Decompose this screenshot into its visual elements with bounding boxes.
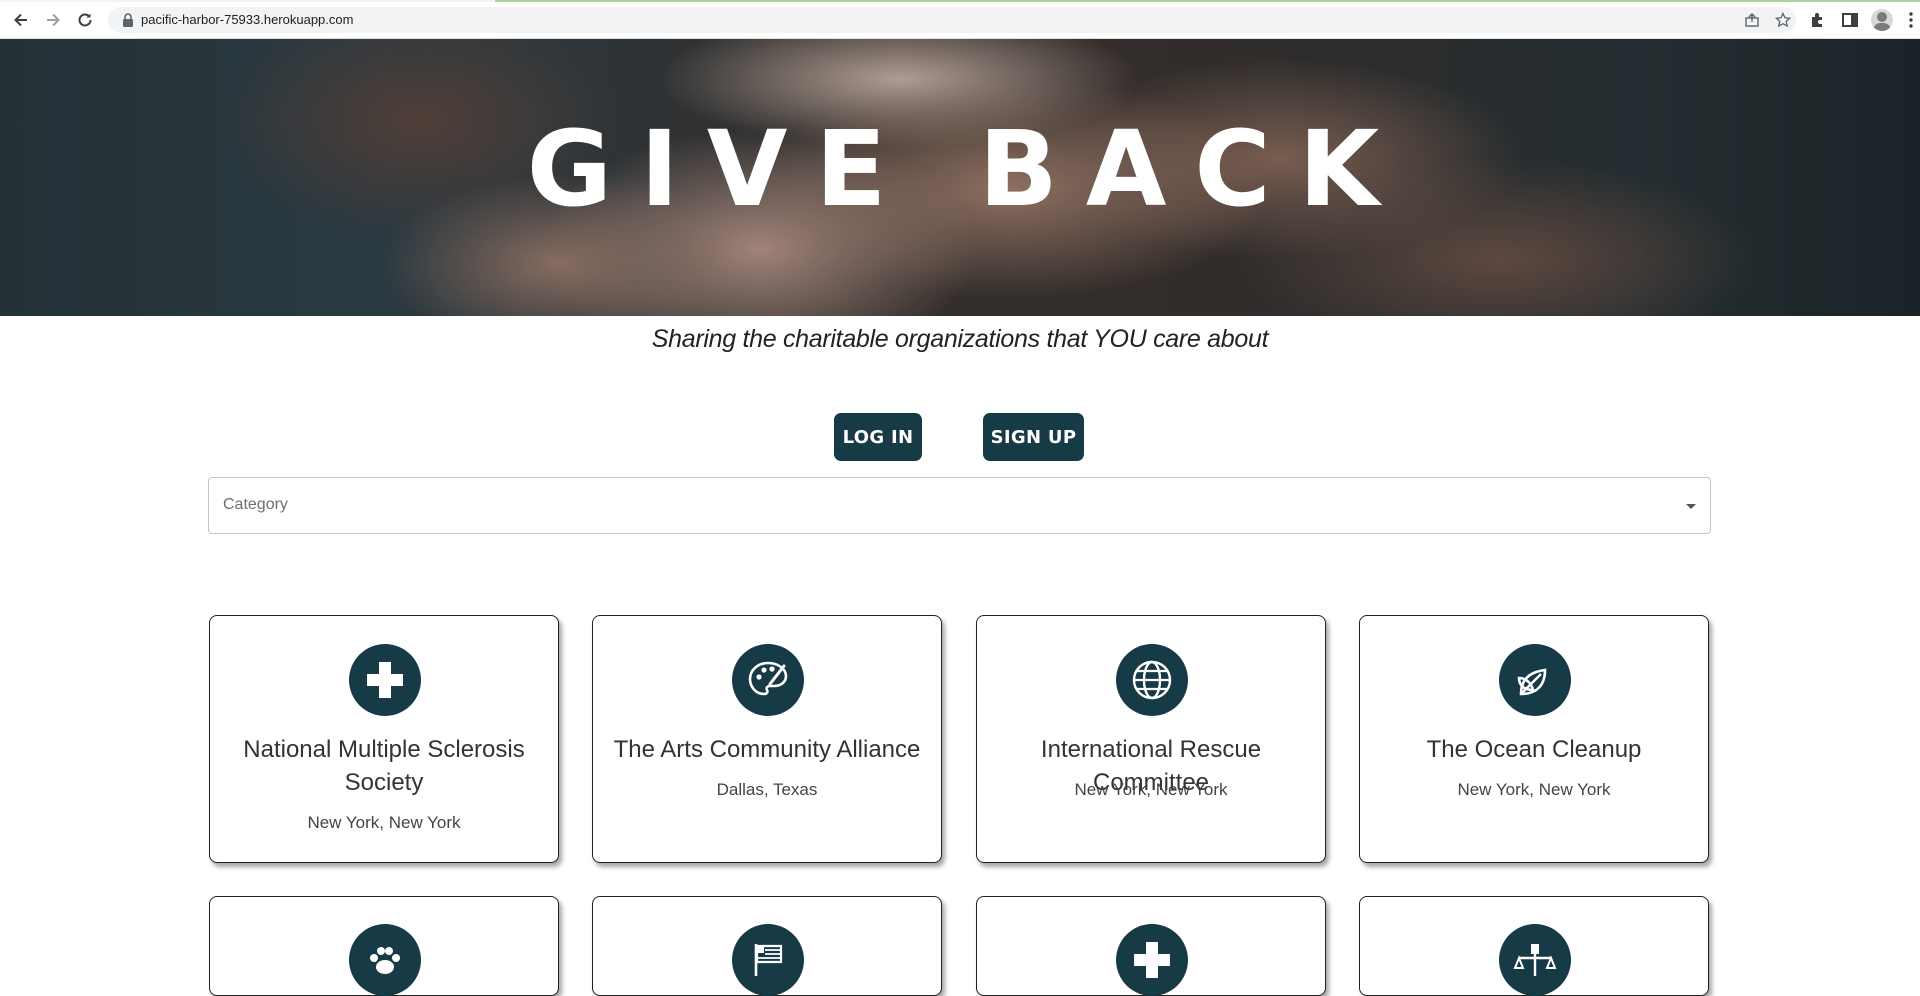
org-card[interactable] xyxy=(209,896,559,996)
justice-icon xyxy=(1513,944,1557,976)
org-location: New York, New York xyxy=(307,813,461,832)
org-card[interactable] xyxy=(1359,896,1709,996)
paw-icon xyxy=(370,947,400,974)
org-card[interactable]: The Arts Community Alliance Dallas, Texa… xyxy=(592,615,942,863)
org-card[interactable]: National Multiple Sclerosis Society New … xyxy=(209,615,559,863)
org-location: New York, New York xyxy=(1457,780,1611,799)
chevron-down-icon xyxy=(1686,504,1696,509)
leaf-icon xyxy=(1517,668,1547,696)
org-location: New York, New York xyxy=(1074,780,1228,799)
hero-banner: GIVE BACK xyxy=(0,39,1920,316)
reload-icon xyxy=(78,13,92,27)
org-badge xyxy=(1499,924,1571,996)
org-badge xyxy=(349,924,421,996)
org-card[interactable] xyxy=(976,896,1326,996)
palette-icon xyxy=(748,661,788,696)
address-bar[interactable]: pacific-harbor-75933.herokuapp.com xyxy=(108,7,1796,33)
arrow-right-icon xyxy=(47,13,60,27)
side-panel-icon[interactable] xyxy=(1840,10,1860,30)
globe-icon xyxy=(1132,660,1172,700)
flag-icon xyxy=(754,944,783,976)
org-badge xyxy=(349,644,421,716)
org-badge xyxy=(1116,644,1188,716)
org-badge xyxy=(732,644,804,716)
back-button[interactable] xyxy=(9,8,33,32)
signup-button[interactable]: SIGN UP xyxy=(983,413,1084,461)
share-icon[interactable] xyxy=(1744,12,1760,28)
user-avatar-icon xyxy=(1874,12,1890,31)
page-load-progress xyxy=(0,0,1920,2)
category-placeholder: Category xyxy=(223,496,288,513)
org-location: Dallas, Texas xyxy=(716,780,818,799)
browser-toolbar: pacific-harbor-75933.herokuapp.com xyxy=(0,0,1920,39)
more-menu-icon[interactable] xyxy=(1909,11,1913,29)
org-card[interactable]: The Ocean Cleanup New York, New York xyxy=(1359,615,1709,863)
login-button[interactable]: LOG IN xyxy=(834,413,922,461)
profile-avatar[interactable] xyxy=(1871,9,1893,31)
reload-button[interactable] xyxy=(73,8,97,32)
org-card[interactable]: International Rescue Committee New York,… xyxy=(976,615,1326,863)
forward-button[interactable] xyxy=(41,8,65,32)
star-bookmark-icon[interactable] xyxy=(1775,12,1791,28)
org-name: The Arts Community Alliance xyxy=(613,736,921,763)
url-text: pacific-harbor-75933.herokuapp.com xyxy=(141,12,354,27)
tagline: Sharing the charitable organizations tha… xyxy=(651,325,1269,353)
org-name: The Ocean Cleanup xyxy=(1426,736,1642,763)
hero-title: GIVE BACK xyxy=(526,108,1408,230)
org-name: National Multiple Sclerosis Society xyxy=(243,736,525,796)
extensions-puzzle-icon[interactable] xyxy=(1808,10,1828,30)
lock-icon xyxy=(123,13,133,27)
arrow-left-icon xyxy=(14,13,27,27)
org-badge xyxy=(732,924,804,996)
org-badge xyxy=(1499,644,1571,716)
org-badge xyxy=(1116,924,1188,996)
medical-cross-icon xyxy=(1134,942,1170,978)
org-card[interactable] xyxy=(592,896,942,996)
medical-cross-icon xyxy=(367,662,403,698)
category-select[interactable]: Category xyxy=(208,477,1711,534)
